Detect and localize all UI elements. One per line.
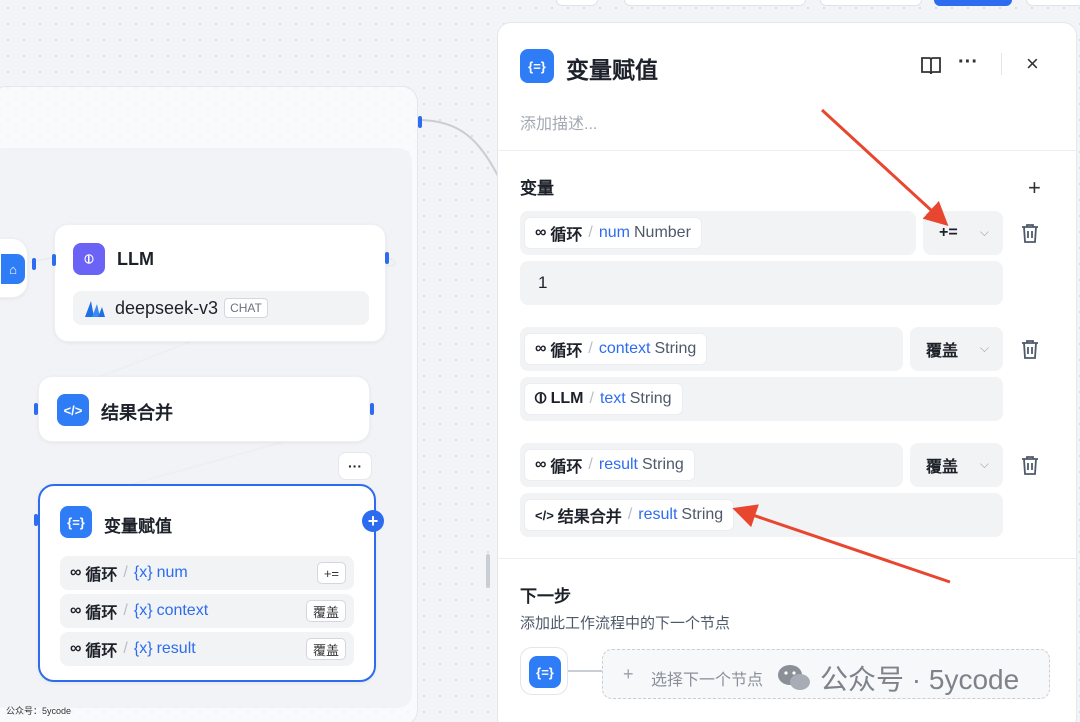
arrow-to-operator <box>820 108 949 227</box>
arrow-to-result <box>732 504 951 584</box>
annotation-arrows <box>732 108 951 584</box>
